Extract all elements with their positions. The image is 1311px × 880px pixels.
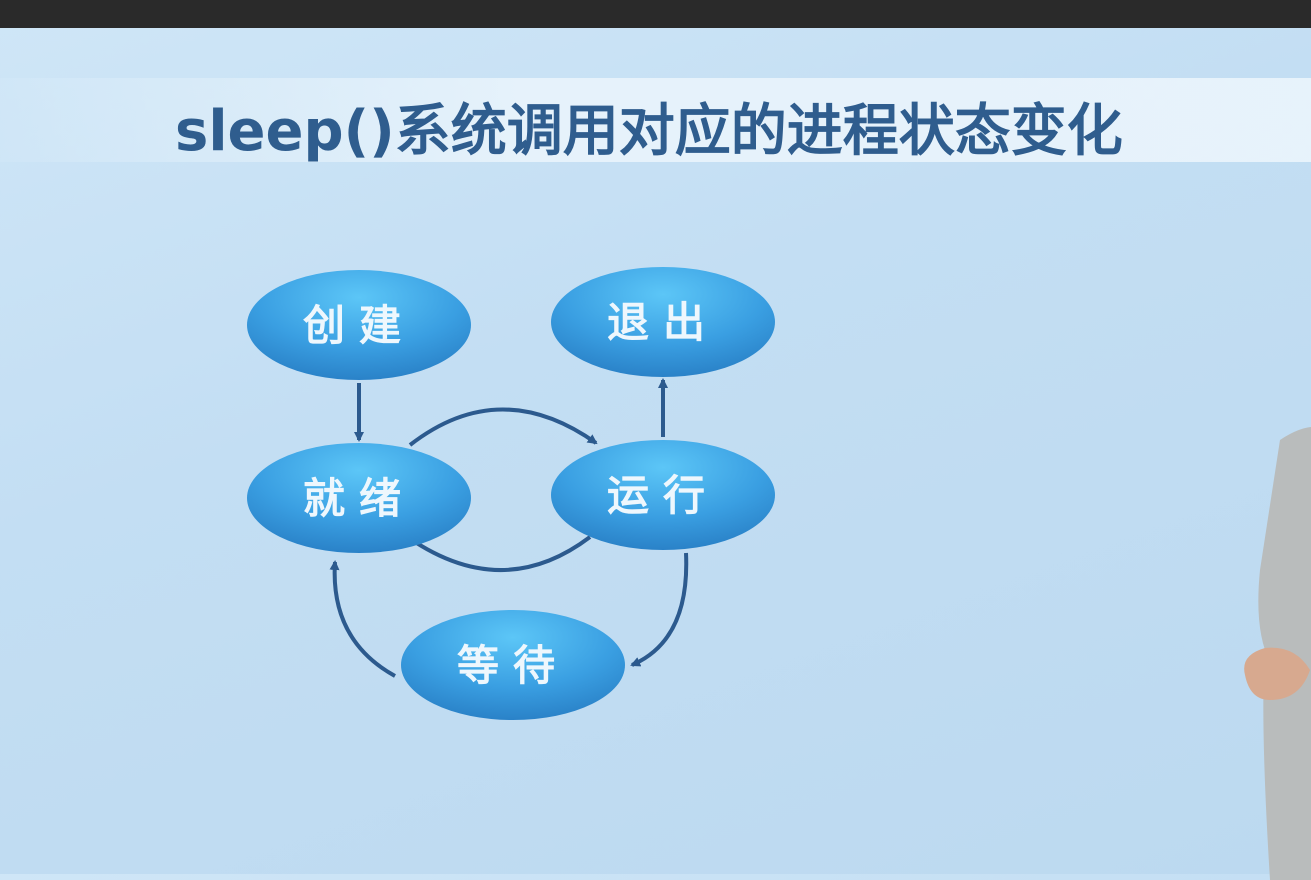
state-label: 创建	[303, 301, 415, 350]
state-node-ready: 就绪	[247, 443, 471, 553]
arrow-running-to-waiting	[630, 552, 689, 667]
state-node-waiting: 等待	[401, 610, 625, 720]
state-label: 就绪	[303, 474, 415, 523]
state-label: 等待	[457, 641, 569, 690]
presenter	[1244, 427, 1311, 880]
arrow-waiting-to-ready	[329, 560, 396, 678]
state-node-running: 运行	[551, 440, 775, 550]
state-node-create: 创建	[247, 270, 471, 380]
state-node-exit: 退出	[551, 267, 775, 377]
arrow-ready-to-running	[408, 407, 598, 447]
state-label: 退出	[607, 298, 719, 347]
state-label: 运行	[607, 471, 719, 520]
state-diagram: 创建 退出就绪 运行等待	[247, 267, 775, 720]
